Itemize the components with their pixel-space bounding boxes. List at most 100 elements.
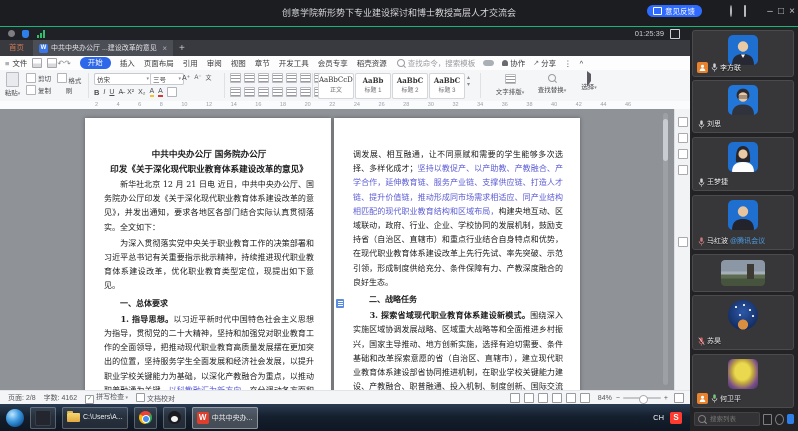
format-painter-button[interactable]: 格式刷 — [56, 73, 82, 95]
new-tab-button[interactable]: + — [179, 43, 185, 54]
participant-search-input[interactable] — [708, 414, 756, 424]
taskbar-app-dark[interactable] — [30, 406, 56, 429]
text-typeset-button[interactable]: 文字排版▾ — [492, 74, 528, 96]
panel-settings-icon[interactable] — [678, 165, 688, 175]
pin-icon[interactable] — [711, 6, 722, 17]
paste-button[interactable]: 粘贴▾ — [4, 72, 21, 98]
participant-tile[interactable]: 马红波 @腾讯会议 — [692, 195, 794, 250]
avatar-night-sky — [728, 300, 758, 330]
collapse-ribbon-icon[interactable]: ^ — [580, 59, 584, 68]
font-name-select[interactable]: 仿宋 ▾ — [94, 73, 152, 85]
share-button[interactable]: ↗ 分享 — [533, 58, 556, 69]
feedback-button[interactable]: 意见反馈 — [647, 5, 702, 17]
qq-icon — [167, 411, 181, 424]
document-tab[interactable]: W 中共中央办公厅 ...建设改革的意见》 × — [33, 40, 173, 56]
zoom-level[interactable]: 84% — [598, 395, 612, 402]
meeting-logo-icon[interactable] — [786, 414, 794, 424]
undo-icon[interactable]: ↶ — [57, 59, 64, 68]
page-view-icon[interactable] — [523, 393, 534, 403]
menu-member[interactable]: 会员专享 — [318, 58, 348, 69]
zoom-out-button[interactable]: − — [616, 395, 620, 402]
font-format-row[interactable]: BIU A̶ X² X₂ A A — [94, 87, 177, 97]
select-button[interactable]: 选择▾ — [576, 71, 602, 91]
font-grow-shrink[interactable]: A⁺ A⁻ 文 — [182, 73, 212, 83]
find-replace-button[interactable]: 查找替换▾ — [534, 74, 570, 94]
start-button[interactable] — [6, 408, 24, 427]
zoom-slider[interactable] — [622, 394, 661, 404]
print-icon[interactable] — [47, 58, 58, 68]
panel-tab-icon[interactable] — [678, 117, 688, 127]
menu-docer[interactable]: 稻壳资源 — [357, 58, 387, 69]
right-page[interactable]: 调发展、相互融通，让不同禀赋和需要的学生能够多次选择、多样化成才；坚持以教促产、… — [334, 118, 580, 390]
scrollbar-thumb[interactable] — [663, 119, 668, 161]
word-count[interactable]: 字数: 4162 — [44, 393, 77, 403]
style-heading3[interactable]: AaBbC 标题 3 — [429, 73, 465, 99]
annotate-icon[interactable] — [725, 5, 736, 17]
menu-review[interactable]: 审阅 — [207, 58, 222, 69]
style-heading2[interactable]: AaBbC 标题 2 — [392, 73, 428, 99]
avatar-art-face — [728, 359, 758, 389]
cut-button[interactable]: 剪切 — [26, 73, 51, 83]
menu-home[interactable]: 开始 — [79, 57, 111, 69]
eye-protect-icon[interactable] — [509, 393, 520, 403]
menu-view[interactable]: 视图 — [231, 58, 246, 69]
grid-view-icon[interactable] — [753, 6, 764, 17]
style-normal[interactable]: AaBbCcDd 正文 — [318, 73, 354, 99]
web-view-icon[interactable] — [565, 393, 576, 403]
language-indicator[interactable]: CH — [653, 413, 664, 422]
close-button[interactable]: × — [786, 5, 798, 18]
pen-view-icon[interactable] — [579, 393, 590, 403]
cloud-sync-icon[interactable] — [483, 60, 495, 66]
menu-dev-tools[interactable]: 开发工具 — [279, 58, 309, 69]
panel-helper-icon[interactable] — [678, 237, 688, 247]
tab-close-icon[interactable]: × — [162, 44, 167, 53]
file-menu[interactable]: ≡ 文件 — [5, 58, 27, 69]
panel-edit-icon[interactable] — [678, 133, 688, 143]
taskbar-wps-window[interactable]: W 中共中央办... — [191, 406, 258, 429]
collab-button[interactable]: 协作 — [502, 58, 525, 69]
participant-tile[interactable] — [692, 254, 794, 292]
save-icon[interactable] — [32, 58, 43, 68]
command-search[interactable]: 查找命令，搜索模板 — [396, 58, 475, 69]
redo-icon[interactable]: ↷ — [64, 59, 71, 68]
input-method-icon[interactable]: S — [670, 411, 682, 424]
fit-screen-icon[interactable] — [674, 393, 684, 403]
more-menu-icon[interactable]: ⋮ — [564, 59, 572, 68]
avatar — [728, 85, 758, 115]
outline-view-icon[interactable] — [537, 393, 548, 403]
fullscreen-icon[interactable] — [670, 29, 680, 39]
menu-insert[interactable]: 插入 — [120, 58, 135, 69]
style-heading1[interactable]: AaBb 标题 1 — [355, 73, 391, 99]
left-page[interactable]: 中共中央办公厅 国务院办公厅 印发《关于深化现代职业教育体系建设改革的意见》 新… — [85, 118, 331, 390]
wps-statusbar: 页面: 2/8 字数: 4162 ✓ 拼写检查 ▾ 文档校对 84% − + — [0, 390, 690, 405]
refresh-icon[interactable] — [774, 413, 784, 425]
taskbar-chrome[interactable] — [133, 406, 157, 429]
proofread-button[interactable]: 文档校对 — [136, 392, 175, 404]
copy-button[interactable]: 复制 — [26, 85, 51, 95]
participant-tile[interactable]: 刘思 — [692, 80, 794, 133]
panel-comment-icon[interactable] — [678, 149, 688, 159]
comment-marker-icon[interactable] — [336, 299, 344, 308]
zoom-knob[interactable] — [638, 394, 648, 404]
mic-icon — [697, 236, 705, 246]
participant-tile[interactable]: 苏昊 — [692, 295, 794, 350]
participant-tile[interactable]: 王梦捷 — [692, 137, 794, 191]
switch-view-icon[interactable] — [739, 5, 750, 17]
taskbar-qq[interactable] — [162, 406, 186, 429]
taskbar-explorer[interactable]: C:\Users\A... — [62, 406, 128, 429]
menu-references[interactable]: 引用 — [183, 58, 198, 69]
menu-section[interactable]: 章节 — [255, 58, 270, 69]
participant-tile[interactable]: 何卫平 — [692, 354, 794, 408]
home-page-tab[interactable]: 首页 — [0, 40, 33, 56]
style-gallery-arrows[interactable]: ▴ ▾ — [467, 75, 470, 89]
spellcheck-toggle[interactable]: ✓ 拼写检查 ▾ — [85, 392, 128, 404]
two-page-view-icon[interactable] — [551, 393, 562, 403]
participant-search[interactable] — [694, 412, 760, 426]
doc-list-icon[interactable] — [763, 413, 772, 425]
font-size-select[interactable]: 三号 ▾ — [150, 73, 184, 85]
zoom-in-button[interactable]: + — [664, 395, 668, 402]
sort-icon — [300, 73, 311, 83]
vertical-scrollbar[interactable] — [663, 113, 668, 385]
participant-tile[interactable]: 李方联 — [692, 30, 794, 77]
menu-page-layout[interactable]: 页面布局 — [144, 58, 174, 69]
